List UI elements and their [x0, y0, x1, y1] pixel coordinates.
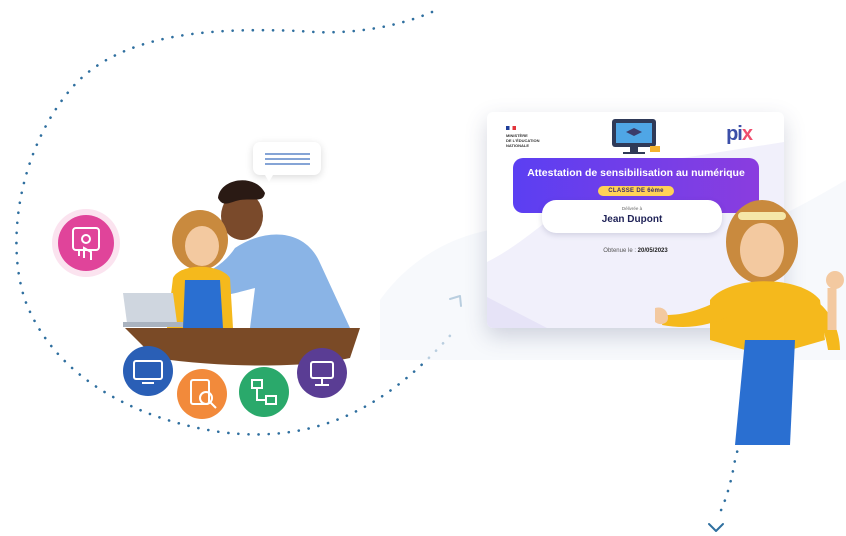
pix-logo-text: pi	[726, 123, 743, 145]
certificate-title: Attestation de sensibilisation au numéri…	[527, 167, 745, 179]
network-icon	[239, 367, 289, 417]
secure-access-icon	[52, 209, 120, 277]
french-flag-icon	[506, 126, 516, 130]
computer-network-icon	[297, 348, 347, 398]
obtained-label: Obtenue le :	[603, 248, 636, 254]
pix-logo: pix	[726, 123, 753, 146]
presenter-illustration	[655, 200, 844, 445]
monitor-graduation-icon	[612, 119, 660, 154]
speech-bubble	[253, 142, 321, 182]
search-document-icon	[177, 369, 227, 419]
computer-repair-icon	[123, 346, 173, 396]
pix-logo-accent: x	[741, 123, 753, 145]
ministry-logo: MINISTÈRE DE L'ÉDUCATION NATIONALE	[506, 126, 554, 148]
ministry-line: NATIONALE	[506, 143, 530, 148]
